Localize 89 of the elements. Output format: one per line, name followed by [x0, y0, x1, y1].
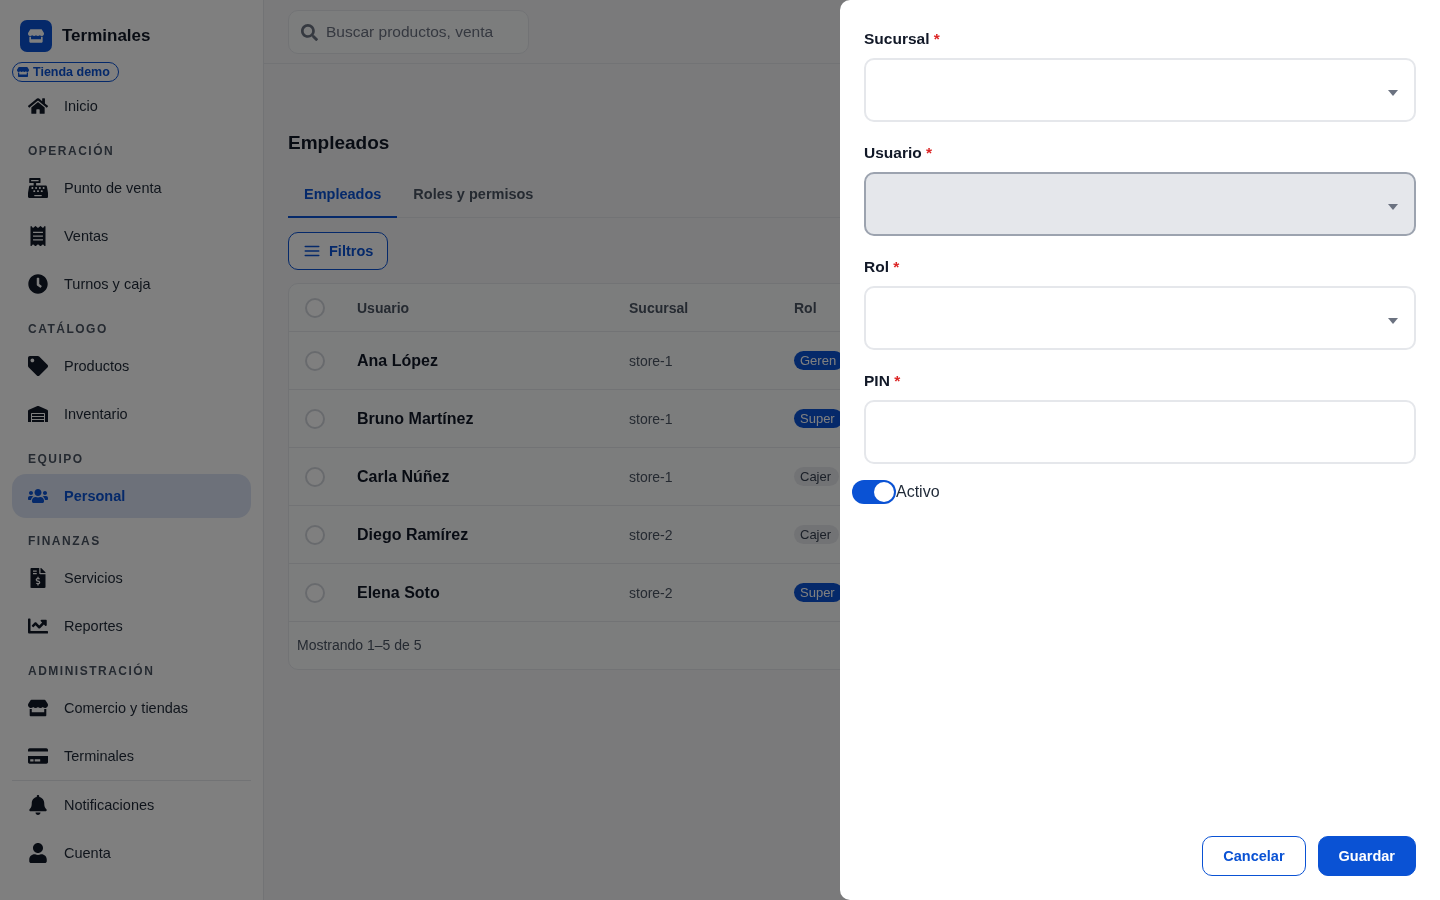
- cancel-button[interactable]: Cancelar: [1202, 836, 1306, 876]
- nav-label: Punto de venta: [64, 180, 162, 196]
- warehouse-icon: [28, 404, 48, 424]
- store-icon: [28, 698, 48, 718]
- users-icon: [28, 486, 48, 506]
- employee-name: Diego Ramírez: [357, 525, 470, 544]
- cash-register-icon: [28, 178, 48, 198]
- employee-name: Bruno Martínez: [357, 409, 475, 428]
- nav-item[interactable]: Inicio: [12, 84, 251, 128]
- column-header: Sucursal: [629, 299, 690, 316]
- toggle-label: Activo: [896, 483, 940, 501]
- nav-item[interactable]: Turnos y caja: [12, 262, 251, 306]
- pagination-summary: Mostrando 1–5 de 5: [296, 636, 423, 655]
- column-header: Rol: [794, 299, 818, 316]
- role-tag: Geren: [794, 351, 840, 370]
- chart-icon: [28, 616, 48, 636]
- nav-label: Productos: [64, 358, 130, 374]
- column-header: Usuario: [357, 299, 411, 316]
- required-marker: *: [926, 144, 933, 161]
- branch-cell-text: store-2: [629, 584, 674, 601]
- card-icon: [28, 746, 48, 766]
- nav-item[interactable]: Productos: [12, 344, 251, 388]
- tab[interactable]: Empleados: [288, 176, 398, 218]
- filter-button[interactable]: Filtros: [288, 232, 389, 270]
- nav-item[interactable]: Notificaciones: [12, 783, 251, 827]
- caret-icon: [1388, 90, 1398, 96]
- nav-label: Servicios: [64, 570, 123, 586]
- role-tag: Super: [794, 583, 840, 602]
- section-heading: EQUIPO: [27, 451, 85, 468]
- nav-item[interactable]: Terminales: [12, 734, 251, 778]
- save-button[interactable]: Guardar: [1317, 836, 1416, 876]
- home-icon: [28, 96, 48, 116]
- nav-label: Terminales: [64, 748, 135, 764]
- user-icon: [28, 843, 48, 863]
- receipt-icon: [28, 226, 48, 246]
- required-marker: *: [893, 258, 900, 275]
- tag-icon: [28, 356, 48, 376]
- role-tag: Cajer: [794, 525, 840, 544]
- section-heading: ADMINISTRACIÓN: [27, 662, 156, 680]
- field-label: PIN: [864, 372, 890, 389]
- clock-icon: [28, 274, 48, 294]
- field-label: Usuario: [864, 144, 922, 161]
- nav-label: Comercio y tiendas: [64, 700, 189, 716]
- required-marker: *: [933, 30, 940, 47]
- nav-label: Ventas: [64, 228, 109, 244]
- role-tag: Cajer: [794, 467, 840, 486]
- employee-name: Carla Núñez: [357, 467, 451, 486]
- page-title: Empleados: [288, 132, 391, 154]
- nav-label: Inicio: [64, 98, 98, 114]
- branch-cell-text: store-2: [629, 526, 674, 543]
- invoice-icon: [28, 568, 48, 588]
- nav-item[interactable]: Personal: [12, 474, 251, 518]
- role-tag: Super: [794, 409, 840, 428]
- branch-cell-text: store-1: [629, 468, 674, 485]
- tab[interactable]: Roles y permisos: [397, 176, 550, 218]
- nav-item[interactable]: Comercio y tiendas: [12, 686, 251, 730]
- nav-item[interactable]: Punto de venta: [12, 166, 251, 210]
- section-heading: OPERACIÓN: [27, 142, 116, 160]
- field-label: Sucursal: [864, 30, 930, 47]
- nav-item[interactable]: Inventario: [12, 392, 251, 436]
- brand-name: Terminales: [62, 26, 151, 46]
- nav-label: Notificaciones: [64, 797, 155, 813]
- store-logo-icon: [20, 20, 52, 52]
- nav-item[interactable]: Servicios: [12, 556, 251, 600]
- bell-icon: [28, 795, 48, 815]
- active-toggle[interactable]: [852, 480, 896, 504]
- employee-name: Elena Soto: [357, 583, 441, 602]
- store-icon: [17, 66, 29, 78]
- section-heading: FINANZAS: [27, 533, 102, 550]
- employee-name: Ana López: [357, 351, 439, 370]
- caret-icon: [1388, 318, 1398, 324]
- nav-label: Reportes: [64, 618, 123, 634]
- nav-label: Inventario: [64, 406, 128, 422]
- nav-label: Personal: [64, 488, 126, 504]
- nav-item[interactable]: Ventas: [12, 214, 251, 258]
- nav-item[interactable]: Cuenta: [12, 831, 251, 875]
- branch-cell-text: store-1: [629, 410, 674, 427]
- required-marker: *: [894, 372, 901, 389]
- field-label: Rol: [864, 258, 889, 275]
- nav-label: Turnos y caja: [64, 276, 151, 292]
- branch-cell-text: store-1: [629, 352, 674, 369]
- nav-label: Cuenta: [64, 845, 111, 861]
- caret-icon: [1388, 204, 1398, 210]
- pin-field[interactable]: [864, 400, 1416, 464]
- search-input[interactable]: Buscar productos, venta: [326, 23, 510, 41]
- nav-item[interactable]: Reportes: [12, 604, 251, 648]
- section-heading: CATÁLOGO: [27, 320, 109, 338]
- search-icon: [301, 23, 318, 41]
- search-field[interactable]: Buscar productos, venta: [288, 10, 529, 54]
